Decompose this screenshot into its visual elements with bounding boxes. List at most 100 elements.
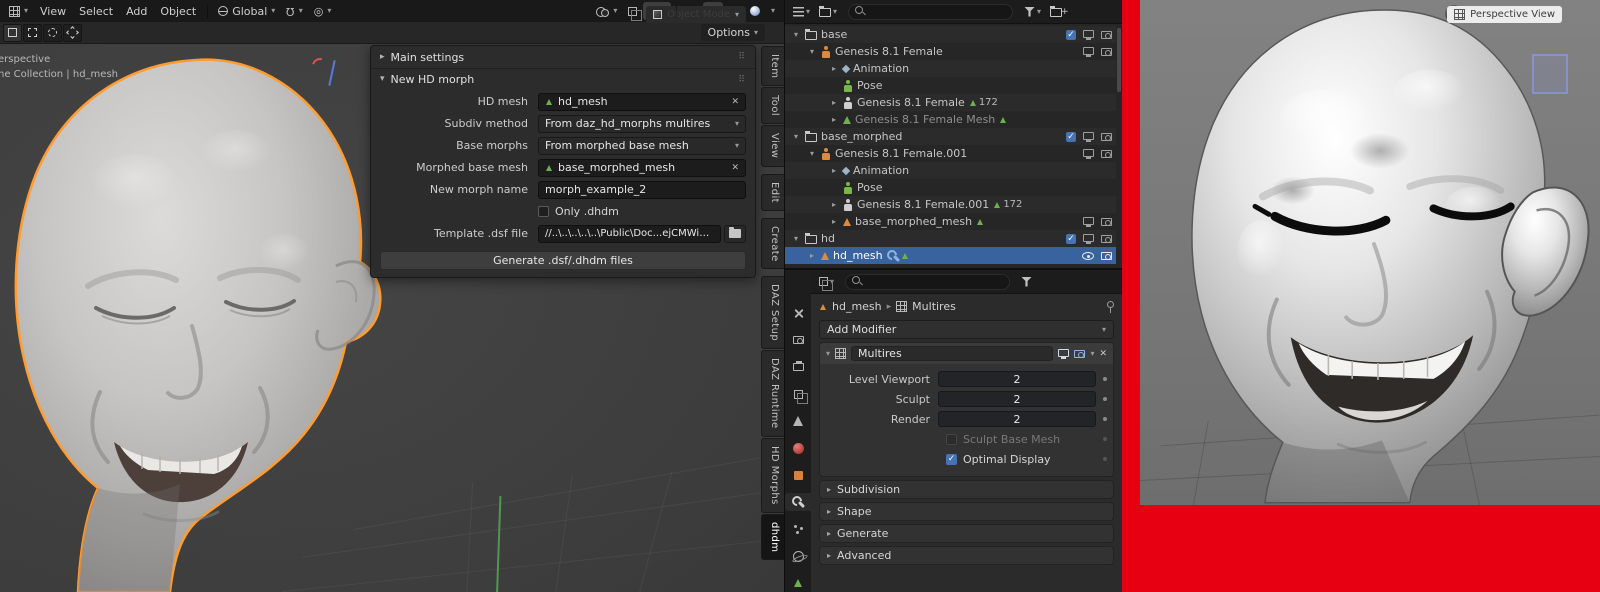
subpanel-advanced[interactable]: ▸ Advanced	[819, 546, 1114, 565]
outliner-row-armature-001[interactable]: ▾ Genesis 8.1 Female.001	[785, 145, 1116, 162]
props-tab-particles[interactable]	[785, 520, 811, 538]
outliner-row-pose[interactable]: Pose	[785, 179, 1116, 196]
screen-icon[interactable]	[1083, 46, 1094, 57]
editor-type-button[interactable]: ▾	[4, 2, 33, 20]
props-tab-output[interactable]	[785, 358, 811, 376]
camera-icon[interactable]	[1101, 251, 1112, 260]
template-dsf-field[interactable]: //..\..\..\..\..\Public\Doc...ejCMWink_H…	[538, 224, 721, 243]
base-morphs-dropdown[interactable]: From morphed base mesh ▾	[538, 136, 746, 155]
camera-icon[interactable]	[1101, 30, 1112, 39]
props-tab-object-data[interactable]	[785, 574, 811, 592]
outliner-row-armature-data-001[interactable]: ▸ Genesis 8.1 Female.001 172	[785, 196, 1116, 213]
outliner-row-collection-base[interactable]: ▾ base ✓	[785, 26, 1116, 43]
select-box-tool[interactable]	[23, 23, 42, 42]
screen-icon[interactable]	[1083, 148, 1094, 159]
eye-icon[interactable]	[1082, 251, 1094, 260]
image-empty-gizmo[interactable]	[1532, 54, 1568, 94]
subdiv-method-dropdown[interactable]: From daz_hd_morphs multires ▾	[538, 114, 746, 133]
section-main-settings[interactable]: ▸ Main settings ⠿	[371, 46, 755, 68]
outliner-row-animation[interactable]: ▸ Animation	[785, 60, 1116, 77]
proportional-edit-toggle[interactable]: ◎ ▾	[309, 2, 337, 20]
file-browse-button[interactable]	[724, 224, 746, 243]
props-tab-modifiers[interactable]	[785, 493, 811, 511]
sidebar-tab-hd-morphs[interactable]: HD Morphs	[761, 438, 784, 513]
disclosure-icon[interactable]: ▾	[791, 234, 801, 243]
camera-icon[interactable]	[1101, 132, 1112, 141]
scrollbar[interactable]	[1117, 28, 1121, 92]
clear-icon[interactable]: ✕	[731, 97, 739, 107]
outliner-editor-type-button[interactable]: ▾	[791, 6, 812, 17]
outliner-row-collection-base-morphed[interactable]: ▾ base_morphed ✓	[785, 128, 1116, 145]
checkbox-icon[interactable]: ✓	[1066, 131, 1076, 142]
screen-icon[interactable]	[1083, 131, 1094, 142]
props-tab-object[interactable]	[785, 466, 811, 484]
sidebar-tab-create[interactable]: Create	[761, 217, 784, 270]
new-collection-button[interactable]: +	[1048, 6, 1071, 17]
shading-dropdown[interactable]: ▾	[766, 2, 780, 20]
optimal-display-checkbox[interactable]: ✓ Optimal Display	[946, 450, 1096, 469]
camera-icon[interactable]	[1101, 149, 1112, 158]
pin-icon[interactable]	[1106, 300, 1114, 313]
props-tab-physics[interactable]	[785, 547, 811, 565]
disclosure-expanded-icon[interactable]: ▾	[826, 349, 830, 358]
props-tab-scene[interactable]	[785, 412, 811, 430]
drag-dots-icon[interactable]: ⠿	[738, 75, 746, 85]
hd-mesh-field[interactable]: hd_mesh ✕	[538, 92, 746, 111]
checkbox-icon[interactable]: ✓	[1066, 29, 1076, 40]
decorator-dot[interactable]	[1103, 397, 1107, 401]
outliner-row-armature[interactable]: ▾ Genesis 8.1 Female	[785, 43, 1116, 60]
delete-modifier-icon[interactable]: ✕	[1099, 349, 1107, 359]
sidebar-tab-daz-setup[interactable]: DAZ Setup	[761, 276, 784, 350]
add-modifier-dropdown[interactable]: Add Modifier ▾	[819, 320, 1114, 339]
breadcrumb-modifier[interactable]: Multires	[912, 300, 956, 313]
properties-editor-type-button[interactable]: ▾	[817, 277, 836, 291]
outliner-filter-button[interactable]: ▾	[1022, 6, 1043, 17]
modifier-header[interactable]: ▾ Multires ▾ ✕	[820, 343, 1113, 364]
disclosure-icon[interactable]: ▸	[807, 251, 817, 260]
outliner-row-armature-data[interactable]: ▸ Genesis 8.1 Female 172	[785, 94, 1116, 111]
morphed-base-mesh-field[interactable]: base_morphed_mesh ✕	[538, 158, 746, 177]
disclosure-icon[interactable]: ▸	[829, 64, 839, 73]
screen-icon[interactable]	[1083, 216, 1094, 227]
disclosure-icon[interactable]: ▸	[829, 217, 839, 226]
drag-dots-icon[interactable]: ⠿	[738, 52, 746, 62]
disclosure-icon[interactable]: ▾	[791, 30, 801, 39]
properties-filter-button[interactable]	[1019, 276, 1034, 287]
subpanel-subdivision[interactable]: ▸ Subdivision	[819, 480, 1114, 499]
disclosure-icon[interactable]: ▸	[829, 98, 839, 107]
sidebar-tab-daz-runtime[interactable]: DAZ Runtime	[761, 350, 784, 438]
disclosure-icon[interactable]: ▸	[829, 200, 839, 209]
props-tab-view-layer[interactable]	[785, 385, 811, 404]
only-dhdm-checkbox[interactable]: Only .dhdm	[538, 205, 619, 218]
checkbox-icon[interactable]: ✓	[1066, 233, 1076, 244]
select-tweak-tool[interactable]	[3, 23, 22, 42]
outliner-display-mode-button[interactable]: ▾	[817, 6, 839, 17]
select-circle-tool[interactable]	[43, 23, 62, 42]
sidebar-tab-view[interactable]: View	[761, 125, 784, 167]
props-tab-tool[interactable]	[785, 304, 811, 322]
subpanel-shape[interactable]: ▸ Shape	[819, 502, 1114, 521]
breadcrumb-object[interactable]: hd_mesh	[832, 300, 882, 313]
decorator-dot[interactable]	[1103, 417, 1107, 421]
sidebar-tab-edit[interactable]: Edit	[761, 173, 784, 211]
sculpt-base-mesh-checkbox[interactable]: Sculpt Base Mesh	[946, 430, 1096, 449]
xray-toggle[interactable]	[623, 2, 643, 21]
disclosure-icon[interactable]: ▾	[807, 47, 817, 56]
mode-select[interactable]: Object Mode ▾	[645, 6, 746, 23]
outliner-row-base-morphed-mesh[interactable]: ▸ base_morphed_mesh	[785, 213, 1116, 230]
subpanel-generate[interactable]: ▸ Generate	[819, 524, 1114, 543]
outliner-row-mesh-data[interactable]: ▸ Genesis 8.1 Female Mesh	[785, 111, 1116, 128]
outliner-row-collection-hd[interactable]: ▾ hd ✓	[785, 230, 1116, 247]
render-field[interactable]: 2	[938, 411, 1096, 427]
level-viewport-field[interactable]: 2	[938, 371, 1096, 387]
sculpt-field[interactable]: 2	[938, 391, 1096, 407]
outliner-search-input[interactable]	[848, 3, 1014, 20]
decorator-dot[interactable]	[1103, 377, 1107, 381]
realtime-toggle-icon[interactable]	[1058, 348, 1070, 359]
options-dropdown[interactable]: Options ▾	[700, 24, 765, 41]
outliner-row-animation[interactable]: ▸ Animation	[785, 162, 1116, 179]
sidebar-tab-dhdm[interactable]: dhdm	[761, 513, 784, 561]
disclosure-icon[interactable]: ▾	[791, 132, 801, 141]
disclosure-icon[interactable]: ▸	[829, 166, 839, 175]
screen-icon[interactable]	[1083, 29, 1094, 40]
